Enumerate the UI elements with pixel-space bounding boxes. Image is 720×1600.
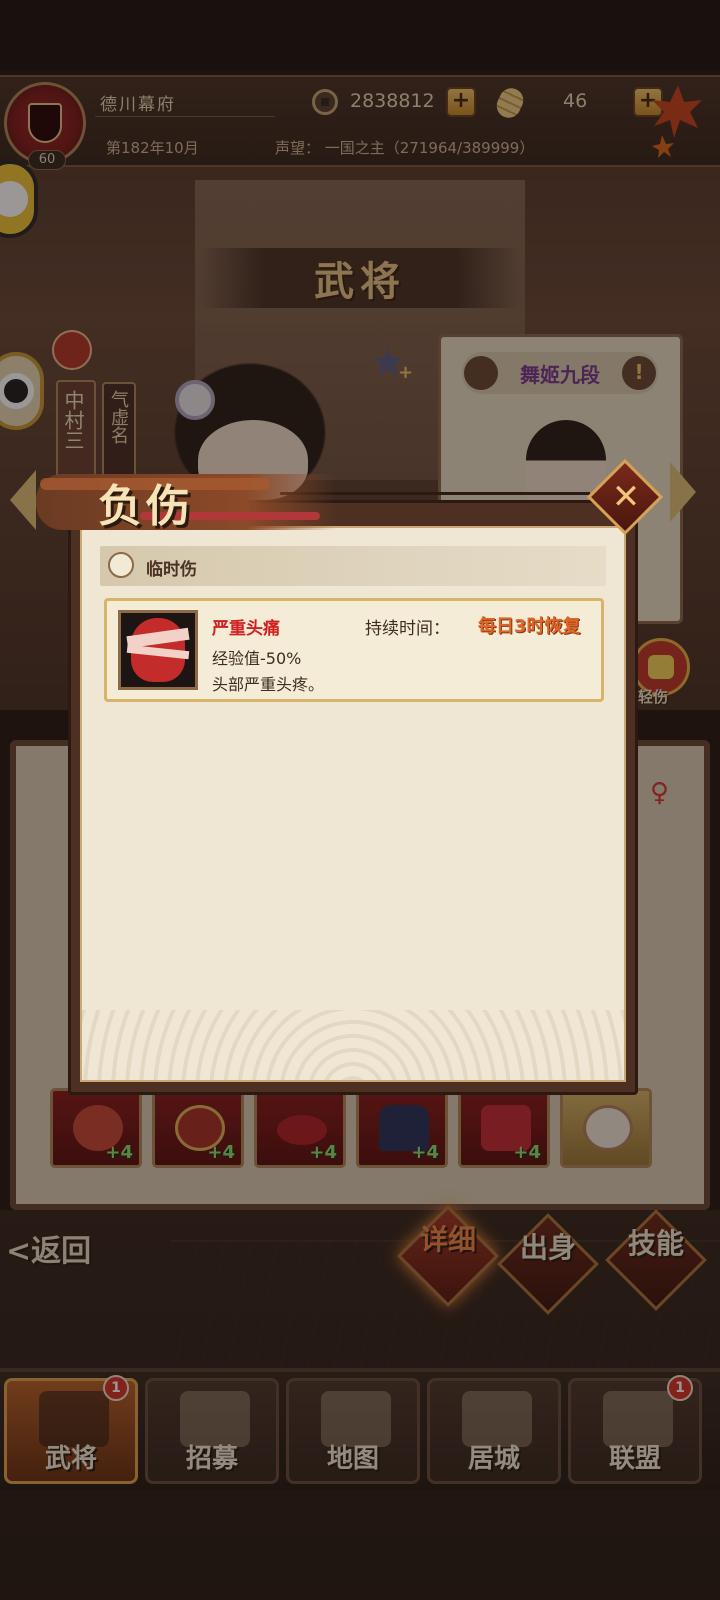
injury-description: 头部严重头疼。 [212, 675, 325, 694]
injury-name: 严重头痛 [212, 619, 280, 639]
bandaged-head-icon [126, 618, 190, 682]
injury-icon-frame [118, 610, 198, 690]
section-bullet-icon [108, 552, 134, 578]
duration-label: 持续时间： [365, 619, 450, 639]
injury-effect: 经验值-50% [212, 649, 302, 668]
wave-pattern [82, 1010, 624, 1080]
close-icon[interactable]: ✕ [605, 474, 647, 520]
duration-value: 每日3时恢复 [478, 616, 581, 637]
modal-title: 负伤 [98, 481, 194, 532]
section-title: 临时伤 [146, 560, 197, 580]
